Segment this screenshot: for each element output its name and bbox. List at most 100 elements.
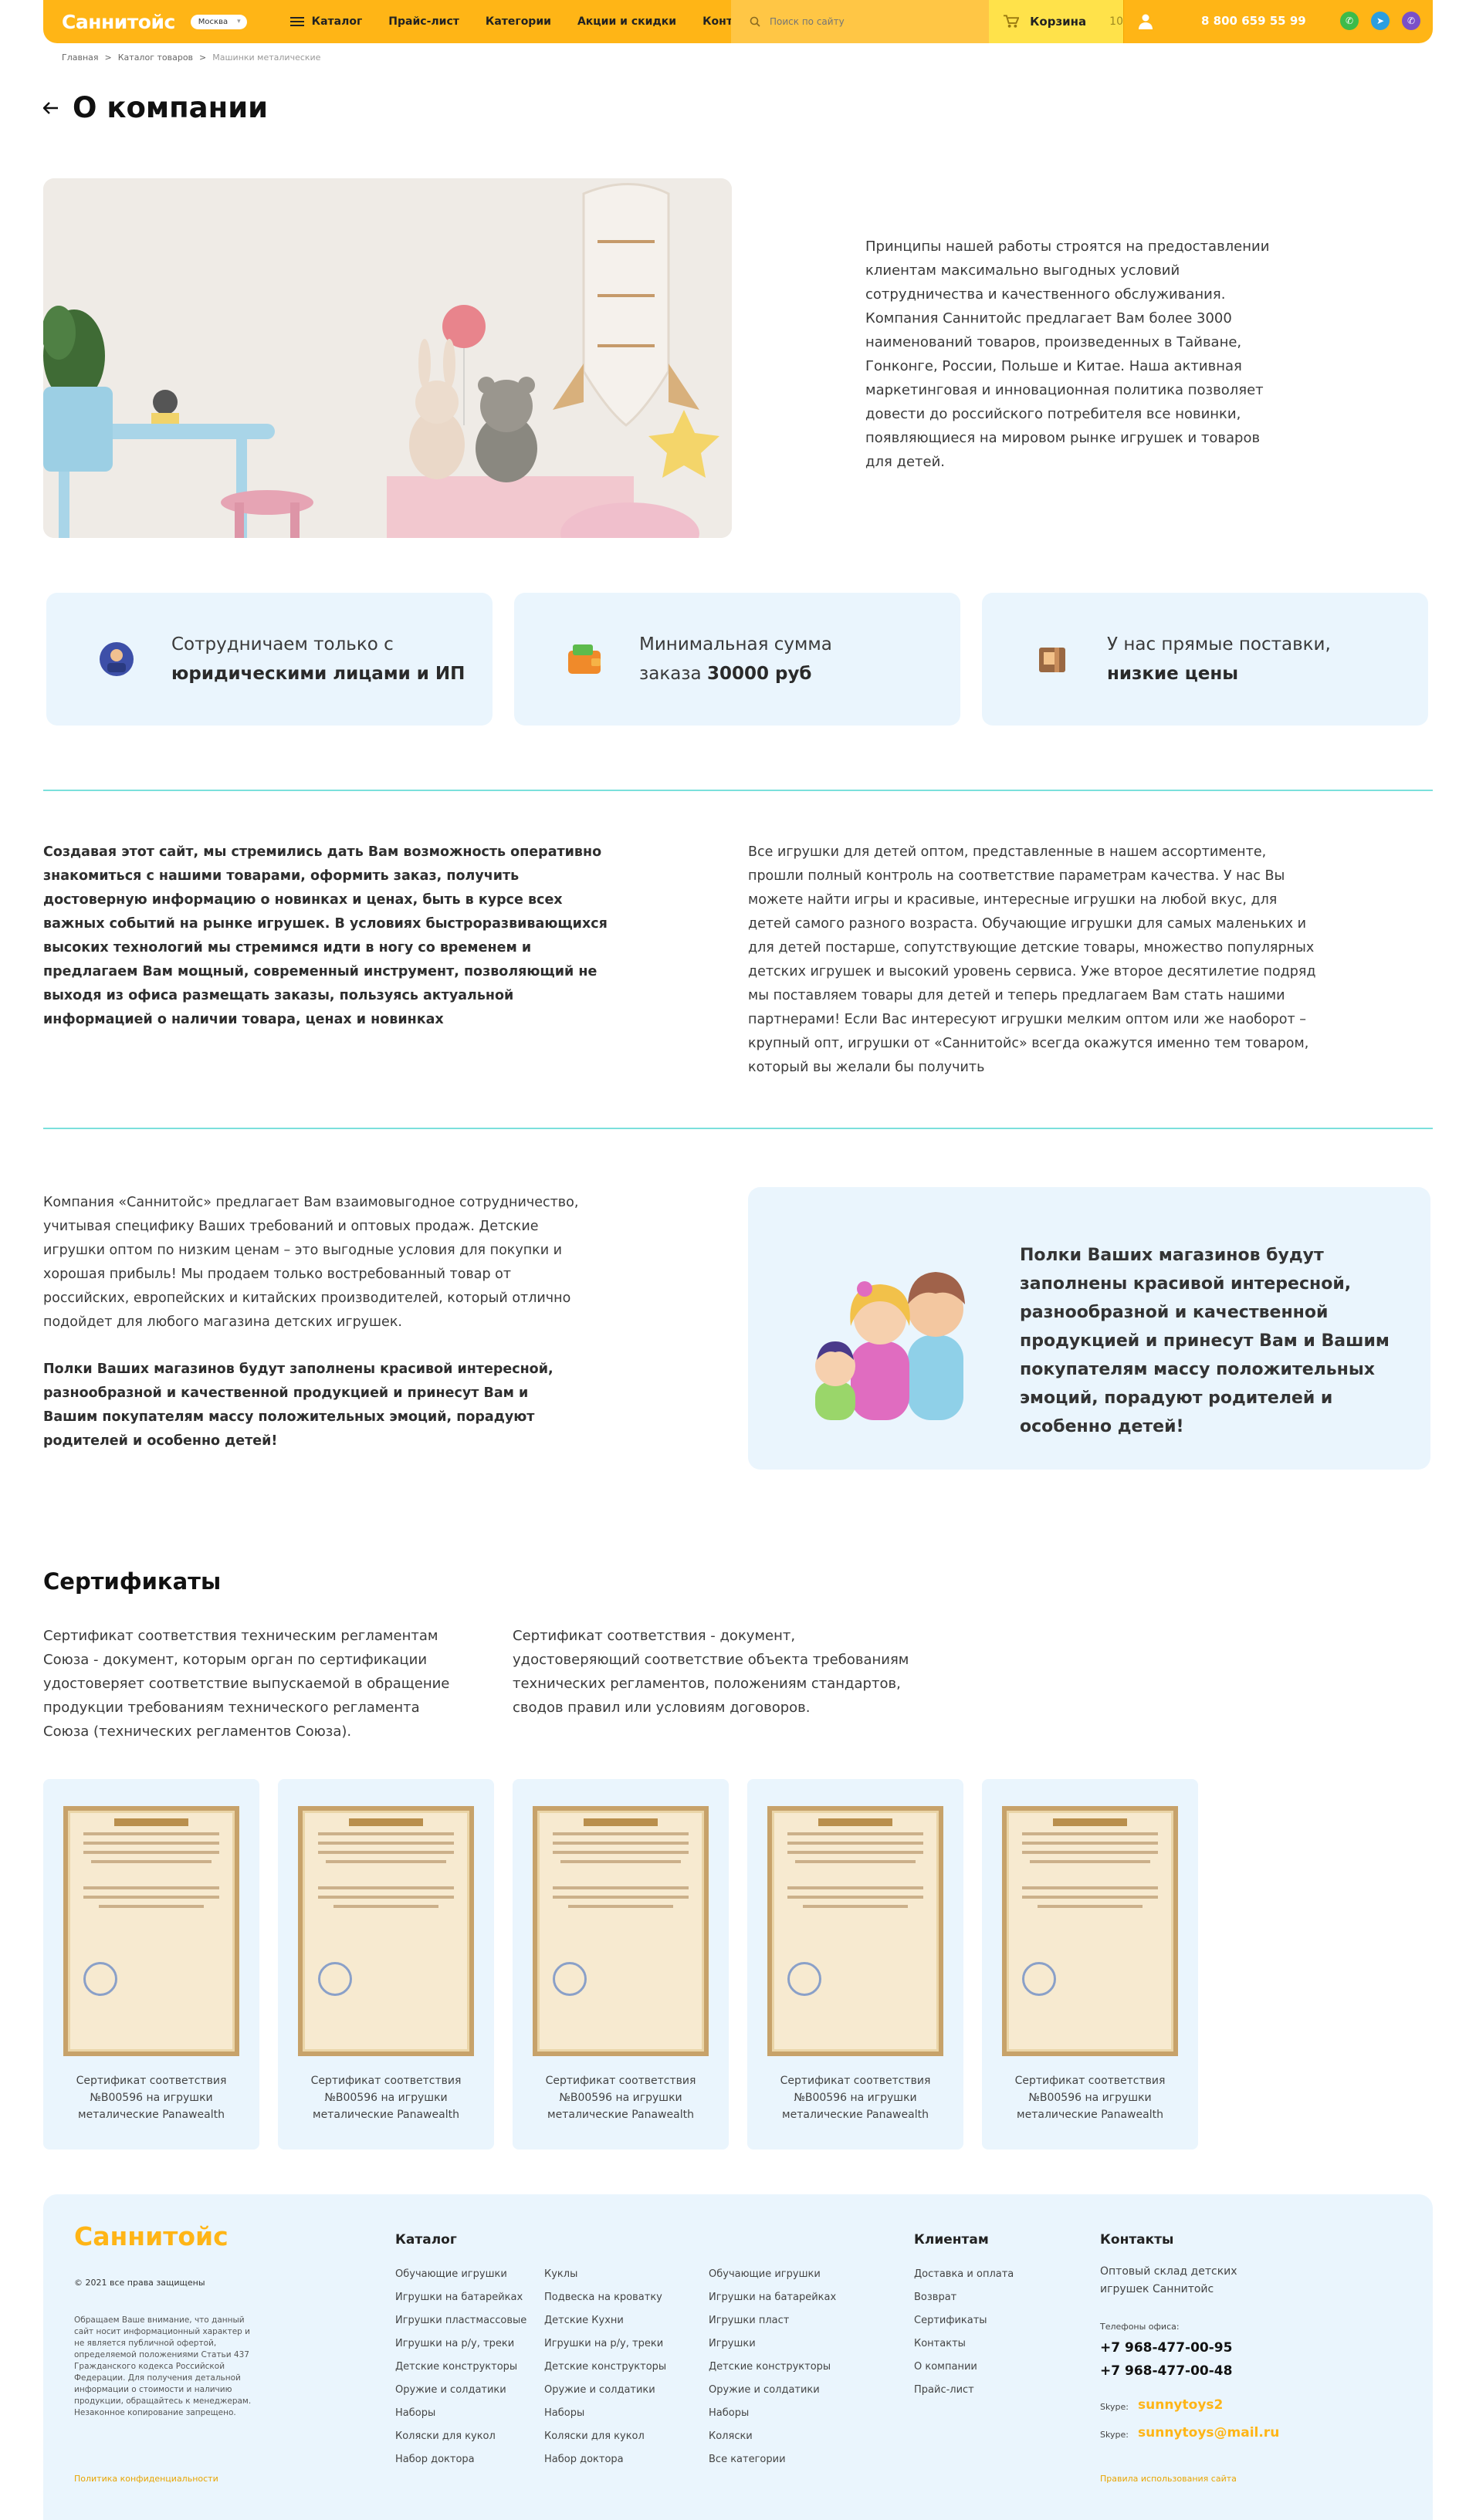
breadcrumb-home[interactable]: Главная — [62, 52, 99, 63]
privacy-policy-link[interactable]: Политика конфиденциальности — [74, 2474, 218, 2484]
footer-link[interactable]: Игрушки — [709, 2332, 836, 2356]
nav-catalog[interactable]: Каталог — [289, 15, 362, 28]
footer-link[interactable]: Доставка и оплата — [914, 2263, 1014, 2286]
footer-link[interactable]: Детские конструкторы — [395, 2356, 526, 2379]
feature-card-min-order: Минимальная сумма заказа 30000 руб — [514, 593, 960, 726]
footer-clients-list: Доставка и оплата Возврат Сертификаты Ко… — [914, 2263, 1014, 2402]
footer-email-label: Skype: — [1100, 2430, 1129, 2440]
menu-icon — [289, 17, 304, 26]
footer-link[interactable]: Контакты — [914, 2332, 1014, 2356]
footer-catalog-col-2: Куклы Подвеска на кроватку Детские Кухни… — [544, 2263, 666, 2471]
certificate-caption: Сертификат соответствия №B00596 на игруш… — [545, 2075, 696, 2121]
footer-catalog-col-1: Обучающие игрушки Игрушки на батарейках … — [395, 2263, 526, 2471]
footer-link[interactable]: Игрушки пластмассовые — [395, 2309, 526, 2332]
certificate-card[interactable]: Сертификат соответствия №B00596 на игруш… — [982, 1779, 1198, 2150]
breadcrumb: Главная > Каталог товаров > Машинки мета… — [62, 52, 320, 63]
cart-button[interactable]: Корзина 10 — [989, 0, 1123, 43]
about-site-text: Создавая этот сайт, мы стремились дать В… — [43, 844, 608, 1027]
footer-contacts-subtitle: Оптовый склад детских игрушек Саннитойс — [1100, 2265, 1237, 2295]
certificate-image — [533, 1806, 709, 2056]
certificates-title: Сертификаты — [43, 1568, 222, 1595]
footer-catalog-col-3: Обучающие игрушки Игрушки на батарейках … — [709, 2263, 836, 2471]
footer-link[interactable]: Все категории — [709, 2448, 836, 2471]
footer-link[interactable]: Наборы — [395, 2402, 526, 2425]
footer-link[interactable]: Подвеска на кроватку — [544, 2286, 666, 2309]
search-input[interactable] — [770, 16, 970, 27]
family-illustration — [815, 1272, 965, 1420]
footer-link[interactable]: Наборы — [544, 2402, 666, 2425]
footer-link[interactable]: Оружие и солдатики — [544, 2379, 666, 2402]
footer-link[interactable]: Прайс-лист — [914, 2379, 1014, 2402]
site-rules-link[interactable]: Правила использования сайта — [1100, 2474, 1237, 2484]
footer-link[interactable]: Детские конструкторы — [544, 2356, 666, 2379]
chevron-down-icon: ▾ — [237, 18, 241, 25]
certificate-card[interactable]: Сертификат соответствия №B00596 на игруш… — [513, 1779, 729, 2150]
footer-link[interactable]: Оружие и солдатики — [709, 2379, 836, 2402]
city-selector[interactable]: Москва ▾ — [190, 14, 247, 29]
breadcrumb-separator: > — [104, 52, 112, 63]
footer-link[interactable]: Набор доктора — [395, 2448, 526, 2471]
nav-price-list[interactable]: Прайс-лист — [388, 15, 459, 28]
feature-min-order-amount: 30000 руб — [706, 664, 812, 684]
footer-link[interactable]: Игрушки пласт — [709, 2309, 836, 2332]
footer-logo[interactable]: Саннитойс — [74, 2221, 229, 2251]
box-icon — [1039, 648, 1065, 672]
nav-categories[interactable]: Категории — [486, 15, 551, 28]
footer-link[interactable]: Возврат — [914, 2286, 1014, 2309]
footer-link[interactable]: Детские конструкторы — [709, 2356, 836, 2379]
breadcrumb-catalog[interactable]: Каталог товаров — [118, 52, 193, 63]
certificates-desc-1: Сертификат соответствия техническим регл… — [43, 1628, 450, 1740]
footer-link[interactable]: Игрушки на батарейках — [395, 2286, 526, 2309]
footer-link[interactable]: Обучающие игрушки — [709, 2263, 836, 2286]
arrow-left-icon[interactable] — [43, 101, 59, 114]
account-button[interactable] — [1123, 0, 1166, 43]
certificate-card[interactable]: Сертификат соответствия №B00596 на игруш… — [43, 1779, 259, 2150]
section-divider — [43, 790, 1433, 791]
footer-link[interactable]: Коляски для кукол — [544, 2425, 666, 2448]
telegram-icon[interactable]: ➤ — [1371, 12, 1390, 30]
wallet-icon — [568, 644, 601, 674]
certificate-card[interactable]: Сертификат соответствия №B00596 на игруш… — [747, 1779, 963, 2150]
company-photo — [43, 178, 732, 538]
user-icon — [1138, 14, 1153, 29]
cart-count: 10 — [1109, 15, 1123, 28]
site-logo[interactable]: Саннитойс — [62, 11, 175, 33]
footer-phone-2[interactable]: +7 968-477-00-48 — [1100, 2363, 1232, 2379]
cooperation-text: Компания «Саннитойс» предлагает Вам взаи… — [43, 1195, 579, 1330]
footer-link[interactable]: Игрушки на батарейках — [709, 2286, 836, 2309]
search-box[interactable] — [731, 0, 989, 43]
certificate-card[interactable]: Сертификат соответствия №B00596 на игруш… — [278, 1779, 494, 2150]
footer-link[interactable]: Детские Кухни — [544, 2309, 666, 2332]
footer-link[interactable]: Игрушки на р/у, треки — [395, 2332, 526, 2356]
footer-phone-1[interactable]: +7 968-477-00-95 — [1100, 2340, 1232, 2356]
footer-link[interactable]: Куклы — [544, 2263, 666, 2286]
feature-legal-line2: юридическими лицами и ИП — [171, 664, 465, 684]
page-title: О компании — [43, 91, 268, 124]
feature-min-order-pre: заказа — [639, 664, 707, 684]
feature-card-legal: Сотрудничаем только с юридическими лицам… — [46, 593, 493, 726]
footer-link[interactable]: О компании — [914, 2356, 1014, 2379]
breadcrumb-separator: > — [199, 52, 207, 63]
footer-email[interactable]: sunnytoys@mail.ru — [1138, 2425, 1279, 2441]
certificate-caption: Сертификат соответствия №B00596 на игруш… — [780, 2075, 931, 2121]
whatsapp-icon[interactable]: ✆ — [1340, 12, 1359, 30]
footer-skype[interactable]: sunnytoys2 — [1138, 2397, 1223, 2413]
footer-link[interactable]: Коляски — [709, 2425, 836, 2448]
feature-card-direct: У нас прямые поставки, низкие цены — [982, 593, 1428, 726]
header-phone[interactable]: 8 800 659 55 99 — [1201, 14, 1306, 28]
footer-skype-label: Skype: — [1100, 2402, 1129, 2412]
footer-link[interactable]: Набор доктора — [544, 2448, 666, 2471]
viber-icon[interactable]: ✆ — [1402, 12, 1420, 30]
footer-link[interactable]: Сертификаты — [914, 2309, 1014, 2332]
main-nav: Каталог Прайс-лист Категории Акции и ски… — [289, 15, 763, 28]
footer-link[interactable]: Игрушки на р/у, треки — [544, 2332, 666, 2356]
nav-sales[interactable]: Акции и скидки — [577, 15, 676, 28]
footer-link[interactable]: Коляски для кукол — [395, 2425, 526, 2448]
footer-link[interactable]: Обучающие игрушки — [395, 2263, 526, 2286]
footer-link[interactable]: Оружие и солдатики — [395, 2379, 526, 2402]
footer-link[interactable]: Наборы — [709, 2402, 836, 2425]
cart-label: Корзина — [1030, 15, 1087, 29]
footer-clients-title: Клиентам — [914, 2232, 989, 2248]
about-quality-text: Все игрушки для детей оптом, представлен… — [748, 844, 1316, 1075]
footer-contacts-title: Контакты — [1100, 2232, 1174, 2248]
